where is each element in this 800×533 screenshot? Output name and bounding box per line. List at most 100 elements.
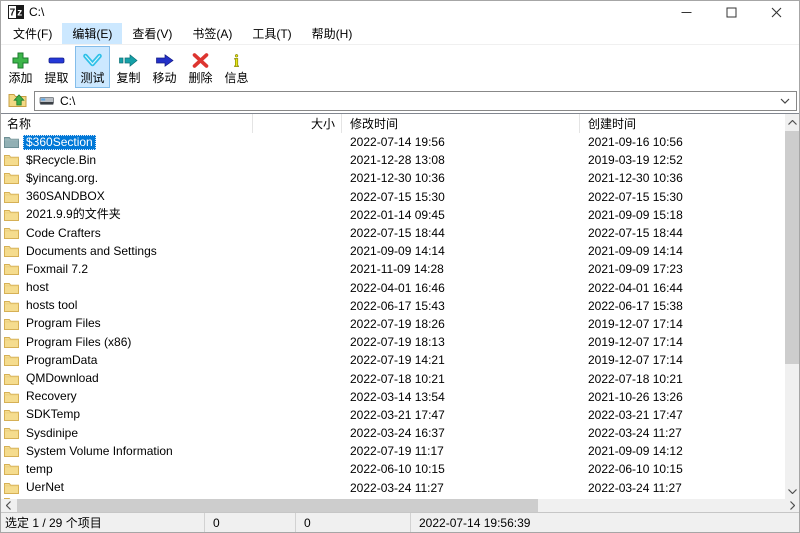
file-name: 2021.9.9的文件夹 [23, 207, 124, 222]
file-modified: 2022-07-15 15:30 [342, 188, 580, 206]
column-header-created[interactable]: 创建时间 [580, 114, 799, 133]
table-row[interactable]: Sysdinipe2022-03-24 16:372022-03-24 11:2… [1, 424, 799, 442]
combo-dropdown-icon[interactable] [780, 98, 792, 104]
menu-item-0[interactable]: 文件(F) [3, 23, 62, 44]
file-name: System Volume Information [23, 444, 176, 459]
folder-icon [4, 482, 19, 494]
table-row[interactable]: Recovery2022-03-14 13:542021-10-26 13:26 [1, 388, 799, 406]
statusbar: 选定 1 / 29 个项目 0 0 2022-07-14 19:56:39 [1, 512, 799, 532]
vertical-scrollbar[interactable] [785, 114, 799, 499]
file-size [253, 351, 342, 369]
folder-icon [4, 282, 19, 294]
file-name: $yincang.org. [23, 171, 101, 186]
menu-item-1[interactable]: 编辑(E) [62, 23, 122, 44]
file-name-cell: Code Crafters [1, 224, 253, 242]
file-name-cell: $yincang.org. [1, 169, 253, 187]
address-path-input[interactable]: C:\ [34, 91, 797, 111]
horizontal-scrollbar[interactable] [1, 499, 799, 512]
table-row[interactable]: Foxmail 7.22021-11-09 14:282021-09-09 17… [1, 260, 799, 278]
file-name: UerNet [23, 480, 67, 495]
toolbar-extract-button[interactable]: 提取 [39, 46, 74, 88]
status-selection: 选定 1 / 29 个项目 [1, 513, 205, 532]
table-row[interactable]: QMDownload2022-07-18 10:212022-07-18 10:… [1, 369, 799, 387]
parent-folder-button[interactable] [4, 91, 30, 111]
toolbar-add-button[interactable]: 添加 [3, 46, 38, 88]
file-name-cell: ProgramData [1, 351, 253, 369]
scroll-left-icon[interactable] [1, 499, 15, 512]
close-button[interactable] [754, 1, 799, 23]
scroll-down-icon[interactable] [785, 483, 799, 499]
scroll-up-icon[interactable] [785, 114, 799, 130]
menu-item-5[interactable]: 帮助(H) [302, 23, 363, 44]
table-row[interactable]: Program Files (x86)2022-07-19 18:132019-… [1, 333, 799, 351]
vertical-scroll-track[interactable] [785, 130, 799, 483]
folder-icon [4, 318, 19, 330]
toolbar-info-button[interactable]: i信息 [219, 46, 254, 88]
drive-icon [39, 95, 55, 107]
table-row[interactable]: host2022-04-01 16:462022-04-01 16:44 [1, 279, 799, 297]
menu-item-2[interactable]: 查看(V) [122, 23, 182, 44]
file-created: 2019-12-07 17:14 [580, 351, 799, 369]
file-name: SDKTemp [23, 407, 83, 422]
table-row[interactable]: Program Files2022-07-19 18:262019-12-07 … [1, 315, 799, 333]
folder-icon [4, 263, 19, 275]
file-size [253, 206, 342, 224]
toolbar-copy-button[interactable]: 复制 [111, 46, 146, 88]
table-row[interactable]: 360SANDBOX2022-07-15 15:302022-07-15 15:… [1, 188, 799, 206]
table-row[interactable]: temp2022-06-10 10:152022-06-10 10:15 [1, 460, 799, 478]
file-size [253, 333, 342, 351]
folder-up-icon [8, 91, 27, 111]
file-size [253, 406, 342, 424]
table-row[interactable]: Code Crafters2022-07-15 18:442022-07-15 … [1, 224, 799, 242]
table-row[interactable]: $360Section2022-07-14 19:562021-09-16 10… [1, 133, 799, 151]
toolbar-button-label: 添加 [8, 70, 32, 86]
extract-icon [46, 50, 67, 70]
table-row[interactable]: 2021.9.9的文件夹2022-01-14 09:452021-09-09 1… [1, 206, 799, 224]
table-row[interactable]: UerNet2022-03-24 11:272022-03-24 11:27 [1, 479, 799, 497]
minimize-button[interactable] [664, 1, 709, 23]
file-size [253, 224, 342, 242]
table-row[interactable]: SDKTemp2022-03-21 17:472022-03-21 17:47 [1, 406, 799, 424]
file-created: 2022-06-17 15:38 [580, 297, 799, 315]
table-row[interactable]: $yincang.org.2021-12-30 10:362021-12-30 … [1, 169, 799, 187]
horizontal-scroll-track[interactable] [15, 499, 785, 512]
folder-icon [4, 209, 19, 221]
column-header-size[interactable]: 大小 [253, 114, 342, 133]
file-name: Recovery [23, 389, 80, 404]
folder-icon [4, 245, 19, 257]
file-name: Program Files [23, 316, 104, 331]
menu-item-4[interactable]: 工具(T) [242, 23, 301, 44]
table-row[interactable]: $Recycle.Bin2021-12-28 13:082019-03-19 1… [1, 151, 799, 169]
column-header-name[interactable]: 名称 [1, 114, 253, 133]
table-row[interactable]: hosts tool2022-06-17 15:432022-06-17 15:… [1, 297, 799, 315]
scroll-right-icon[interactable] [785, 499, 799, 512]
vertical-scroll-thumb[interactable] [785, 131, 799, 364]
table-row[interactable]: ProgramData2022-07-19 14:212019-12-07 17… [1, 351, 799, 369]
column-header-modified[interactable]: 修改时间 [342, 114, 580, 133]
file-created: 2021-09-09 15:18 [580, 206, 799, 224]
table-row[interactable]: System Volume Information2022-07-19 11:1… [1, 442, 799, 460]
file-name: $360Section [23, 135, 96, 150]
horizontal-scroll-thumb[interactable] [17, 499, 538, 512]
folder-icon [4, 463, 19, 475]
file-created: 2022-07-18 10:21 [580, 369, 799, 387]
file-name-cell: Program Files [1, 315, 253, 333]
file-modified: 2022-03-21 17:47 [342, 406, 580, 424]
toolbar-test-button[interactable]: 测试 [75, 46, 110, 88]
maximize-button[interactable] [709, 1, 754, 23]
status-panel-2: 0 [205, 513, 296, 532]
file-modified: 2022-03-24 16:37 [342, 424, 580, 442]
toolbar-delete-button[interactable]: 删除 [183, 46, 218, 88]
table-row[interactable]: Documents and Settings2021-09-09 14:1420… [1, 242, 799, 260]
menu-item-3[interactable]: 书签(A) [182, 23, 242, 44]
toolbar-move-button[interactable]: 移动 [147, 46, 182, 88]
file-name: Sysdinipe [23, 426, 81, 441]
addressbar: C:\ [1, 89, 799, 113]
file-created: 2022-03-24 11:27 [580, 479, 799, 497]
file-name-cell: Recovery [1, 388, 253, 406]
file-modified: 2022-07-19 18:13 [342, 333, 580, 351]
svg-text:z: z [17, 8, 22, 19]
add-icon [10, 50, 31, 70]
file-name: temp [23, 462, 56, 477]
file-created: 2021-09-09 17:23 [580, 260, 799, 278]
